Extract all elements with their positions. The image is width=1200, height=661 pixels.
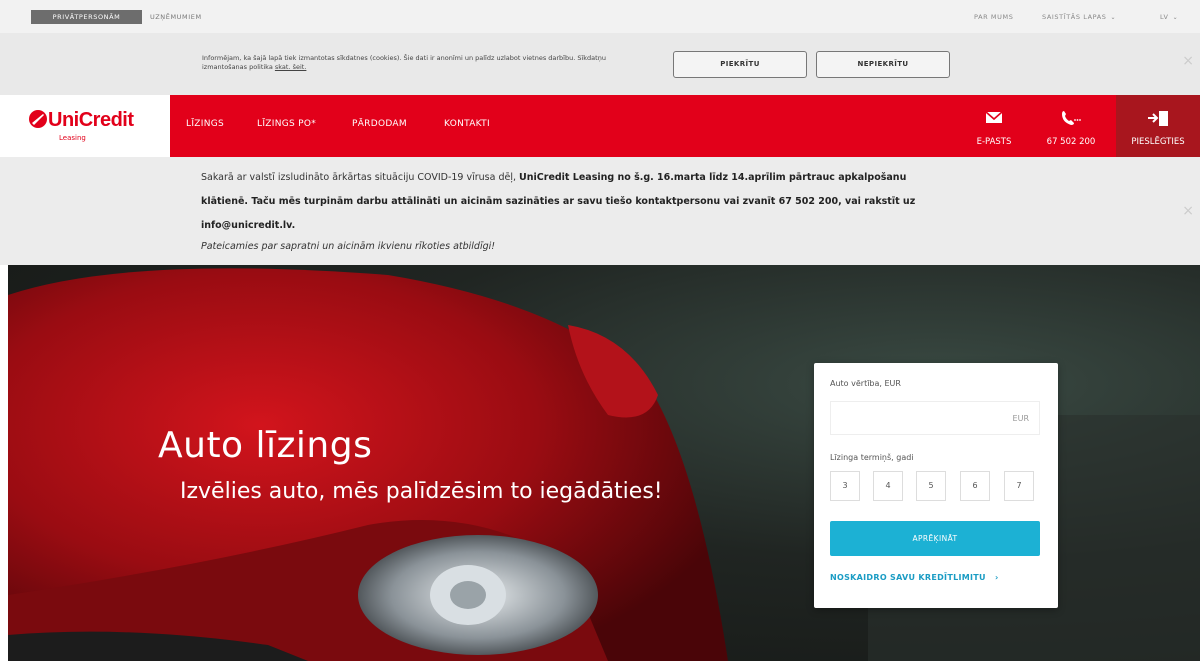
login-button[interactable]: PIESLĒGTIES bbox=[1116, 95, 1200, 157]
logo[interactable]: UniCredit Leasing bbox=[0, 95, 170, 157]
nav-item-kontakti[interactable]: KONTAKTI bbox=[444, 119, 490, 129]
email-button[interactable]: E-PASTS bbox=[968, 95, 1020, 157]
language-label: LV bbox=[1160, 13, 1169, 21]
about-link[interactable]: PAR MUMS bbox=[974, 10, 1013, 24]
close-icon[interactable]: × bbox=[1182, 53, 1194, 69]
notice-line-1-bold: UniCredit Leasing no š.g. 16.marta līdz … bbox=[519, 172, 907, 183]
cookie-accept-button[interactable]: PIEKRĪTU bbox=[673, 51, 807, 78]
car-value-label: Auto vērtība, EUR bbox=[830, 379, 901, 388]
email-label: E-PASTS bbox=[976, 137, 1012, 147]
term-option-3[interactable]: 3 bbox=[830, 471, 860, 501]
notice-line-2-bold: klātienē. Taču mēs turpinām darbu attāli… bbox=[201, 196, 916, 207]
chevron-right-icon: › bbox=[994, 573, 999, 582]
phone-button[interactable]: 67 502 200 bbox=[1034, 95, 1108, 157]
calculate-button[interactable]: APRĒĶINĀT bbox=[830, 521, 1040, 556]
nav-item-pardodam[interactable]: PĀRDODAM bbox=[352, 119, 407, 129]
nav-item-lizings-po[interactable]: LĪZINGS PO* bbox=[257, 119, 316, 129]
login-icon bbox=[1148, 111, 1168, 126]
hero-subtitle: Izvēlies auto, mēs palīdzēsim to iegādāt… bbox=[180, 479, 663, 504]
language-dropdown[interactable]: LV ⌄ bbox=[1160, 10, 1178, 24]
main-nav: UniCredit Leasing LĪZINGS LĪZINGS PO* PĀ… bbox=[0, 95, 1200, 157]
logo-sub: Leasing bbox=[59, 134, 86, 142]
phone-label: 67 502 200 bbox=[1046, 137, 1096, 147]
notice-email: info@unicredit.lv. bbox=[201, 220, 296, 231]
segment-business-tab[interactable]: UZŅĒMUMIEM bbox=[150, 10, 202, 24]
logo-name: UniCredit bbox=[48, 109, 134, 131]
chevron-down-icon: ⌄ bbox=[1172, 14, 1179, 21]
term-label: Līzinga termiņš, gadi bbox=[830, 453, 914, 462]
currency-suffix: EUR bbox=[1012, 414, 1029, 423]
leasing-calculator: Auto vērtība, EUR EUR Līzinga termiņš, g… bbox=[814, 363, 1058, 608]
hero-title: Auto līzings bbox=[158, 425, 373, 466]
car-value-input[interactable]: EUR bbox=[830, 401, 1040, 435]
cookie-message: Informējam, ka šajā lapā tiek izmantotas… bbox=[202, 54, 606, 71]
term-option-7[interactable]: 7 bbox=[1004, 471, 1034, 501]
unicredit-logo-icon bbox=[29, 110, 47, 128]
term-option-6[interactable]: 6 bbox=[960, 471, 990, 501]
notice-line-1: Sakarā ar valstī izsludināto ārkārtas si… bbox=[201, 171, 1001, 184]
notice-line-3: info@unicredit.lv. bbox=[201, 219, 1001, 232]
related-pages-label: SAISTĪTĀS LAPAS bbox=[1042, 13, 1107, 21]
login-label: PIESLĒGTIES bbox=[1131, 137, 1185, 147]
envelope-icon bbox=[985, 111, 1003, 123]
phone-icon bbox=[1062, 111, 1081, 125]
covid-notice: Sakarā ar valstī izsludināto ārkārtas si… bbox=[0, 157, 1200, 265]
related-pages-dropdown[interactable]: SAISTĪTĀS LAPAS ⌄ bbox=[1042, 10, 1116, 24]
term-option-4[interactable]: 4 bbox=[873, 471, 903, 501]
cookie-text: Informējam, ka šajā lapā tiek izmantotas… bbox=[202, 54, 652, 72]
cookie-banner: Informējam, ka šajā lapā tiek izmantotas… bbox=[0, 33, 1200, 95]
term-option-5[interactable]: 5 bbox=[916, 471, 946, 501]
credit-limit-label: NOSKAIDRO SAVU KREDĪTLIMITU bbox=[830, 573, 986, 582]
segment-private-tab[interactable]: PRIVĀTPERSONĀM bbox=[31, 10, 142, 24]
credit-limit-link[interactable]: NOSKAIDRO SAVU KREDĪTLIMITU › bbox=[830, 573, 999, 582]
notice-line-2: klātienē. Taču mēs turpinām darbu attāli… bbox=[201, 195, 1001, 208]
top-utility-bar: PRIVĀTPERSONĀM UZŅĒMUMIEM PAR MUMS SAIST… bbox=[0, 0, 1200, 33]
cookie-policy-link[interactable]: skat. šeit. bbox=[275, 63, 307, 71]
close-icon[interactable]: × bbox=[1182, 203, 1194, 219]
cookie-decline-button[interactable]: NEPIEKRĪTU bbox=[816, 51, 950, 78]
nav-item-lizings[interactable]: LĪZINGS bbox=[186, 119, 224, 129]
notice-line-1-text: Sakarā ar valstī izsludināto ārkārtas si… bbox=[201, 172, 517, 183]
notice-line-4: Pateicamies par sapratni un aicinām ikvi… bbox=[201, 241, 496, 252]
chevron-down-icon: ⌄ bbox=[1110, 14, 1117, 21]
